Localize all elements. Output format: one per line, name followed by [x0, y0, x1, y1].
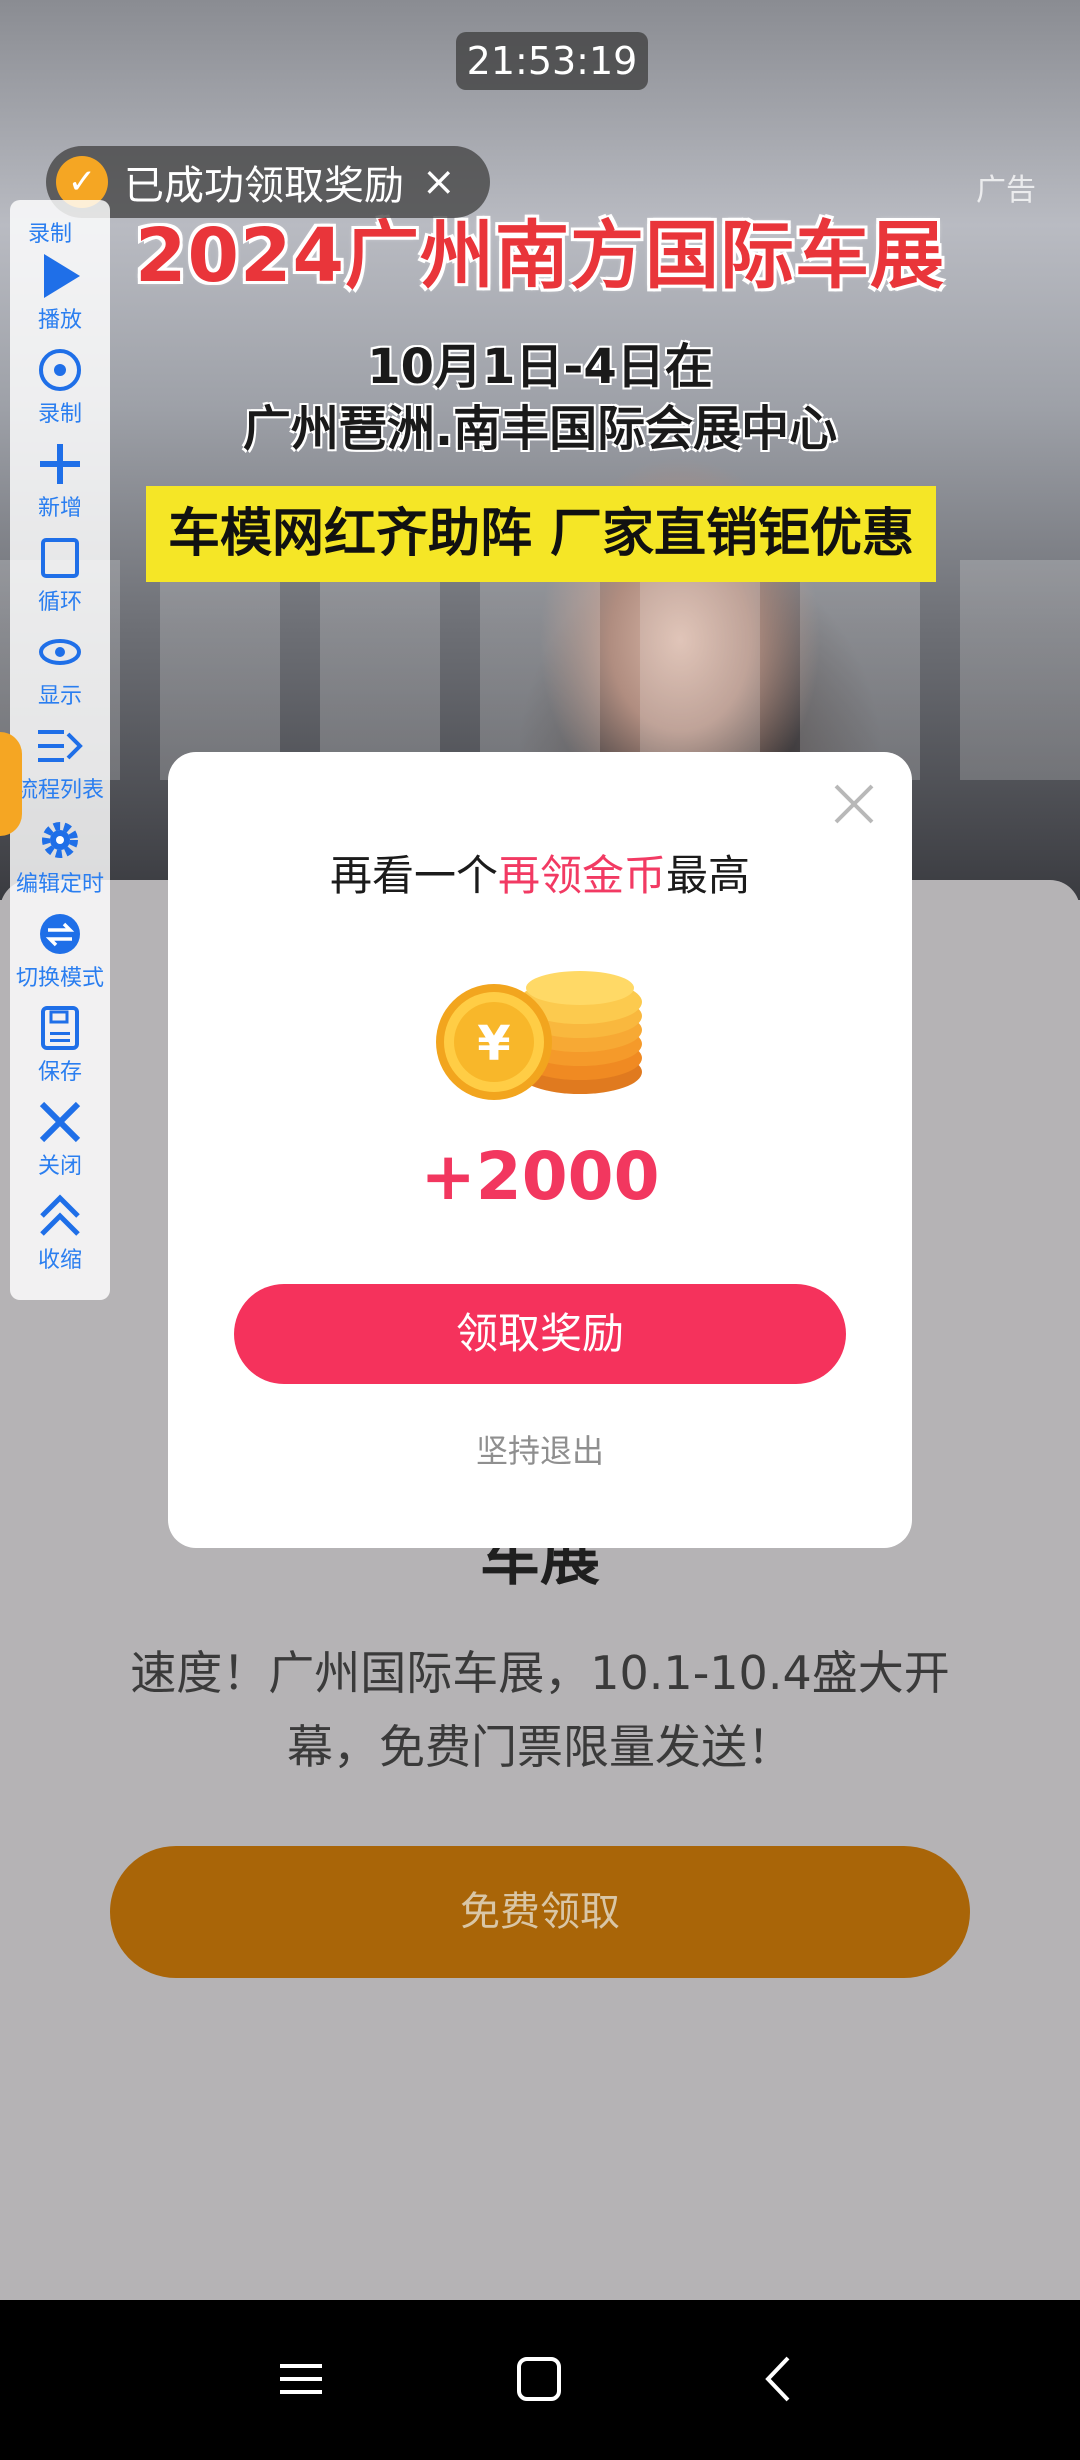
toolbar-close-button[interactable]: 关闭	[10, 1096, 110, 1190]
plus-icon	[10, 438, 110, 494]
toolbar-edit-timer-button[interactable]: 编辑定时	[10, 814, 110, 908]
toolbar-label: 新增	[37, 496, 82, 521]
svg-text:¥: ¥	[477, 1016, 510, 1072]
toolbar-label: 流程列表	[15, 778, 104, 803]
video-banner: 车模网红齐助阵 厂家直销钜优惠	[146, 486, 936, 582]
toast-text: 已成功领取奖励	[124, 163, 404, 209]
headline-suffix: 最高	[666, 851, 751, 900]
eye-icon	[10, 626, 110, 682]
home-square-icon[interactable]	[504, 2344, 574, 2414]
play-icon	[10, 250, 110, 306]
video-ceiling-lights	[0, 560, 1080, 780]
menu-icon[interactable]	[266, 2344, 336, 2414]
toolbar-label: 关闭	[37, 1154, 82, 1179]
video-date-line2: 广州琶洲.南丰国际会展中心	[242, 401, 838, 457]
back-chevron-icon[interactable]	[744, 2344, 814, 2414]
toolbar-label: 显示	[37, 684, 82, 709]
floating-toolbar: 录制 播放 录制 新增 循环 显示 流程列表 编辑定时 切换模式 保存 关闭 收…	[10, 200, 110, 1300]
toolbar-header: 录制	[27, 222, 72, 247]
system-navbar	[0, 2300, 1080, 2460]
collapse-icon	[10, 1190, 110, 1246]
toolbar-loop-button[interactable]: 循环	[10, 532, 110, 626]
headline-highlight: 再领金币	[497, 851, 666, 900]
reward-dialog: 再看一个再领金币最高 ¥ +2000 领取奖励 坚持退出	[168, 752, 912, 1548]
toolbar-label: 播放	[37, 308, 82, 333]
loop-icon	[10, 532, 110, 588]
switch-icon	[10, 908, 110, 964]
status-time: 21:53:19	[456, 32, 648, 90]
toolbar-label: 循环	[37, 590, 82, 615]
toolbar-add-button[interactable]: 新增	[10, 438, 110, 532]
save-icon	[10, 1002, 110, 1058]
toolbar-show-button[interactable]: 显示	[10, 626, 110, 720]
toolbar-collapse-button[interactable]: 收缩	[10, 1190, 110, 1284]
reward-amount: +2000	[420, 1138, 660, 1215]
success-toast: ✓ 已成功领取奖励 ×	[46, 146, 490, 218]
list-icon	[10, 720, 110, 776]
toolbar-label: 收缩	[37, 1248, 82, 1273]
insist-exit-link[interactable]: 坚持退出	[168, 1426, 912, 1472]
toolbar-record-button[interactable]: 录制	[10, 344, 110, 438]
toast-close-icon[interactable]: ×	[422, 159, 456, 205]
toolbar-label: 编辑定时	[15, 872, 104, 897]
toolbar-label: 切换模式	[15, 966, 104, 991]
claim-reward-button[interactable]: 领取奖励	[234, 1284, 846, 1384]
toolbar-flow-list-button[interactable]: 流程列表	[10, 720, 110, 814]
gold-coins-icon: ¥	[430, 960, 650, 1120]
toolbar-switch-mode-button[interactable]: 切换模式	[10, 908, 110, 1002]
toolbar-play-button[interactable]: 播放	[10, 250, 110, 344]
close-icon	[10, 1096, 110, 1152]
headline-prefix: 再看一个	[329, 851, 498, 900]
landing-description: 速度！广州国际车展，10.1-10.4盛大开幕，免费门票限量发送！	[130, 1646, 950, 1774]
toolbar-label: 录制	[37, 402, 82, 427]
dialog-headline: 再看一个再领金币最高	[168, 842, 912, 903]
video-date-line1: 10月1日-4日在	[367, 339, 713, 395]
dialog-close-icon[interactable]	[826, 778, 882, 834]
toolbar-drag-handle[interactable]	[0, 732, 22, 836]
free-claim-button[interactable]: 免费领取	[110, 1846, 970, 1978]
toolbar-save-button[interactable]: 保存	[10, 1002, 110, 1096]
ad-label: 广告	[976, 173, 1036, 208]
gear-icon	[10, 814, 110, 870]
toolbar-label: 保存	[37, 1060, 82, 1085]
record-icon	[10, 344, 110, 400]
video-date-text: 10月1日-4日在 广州琶洲.南丰国际会展中心	[0, 336, 1080, 460]
